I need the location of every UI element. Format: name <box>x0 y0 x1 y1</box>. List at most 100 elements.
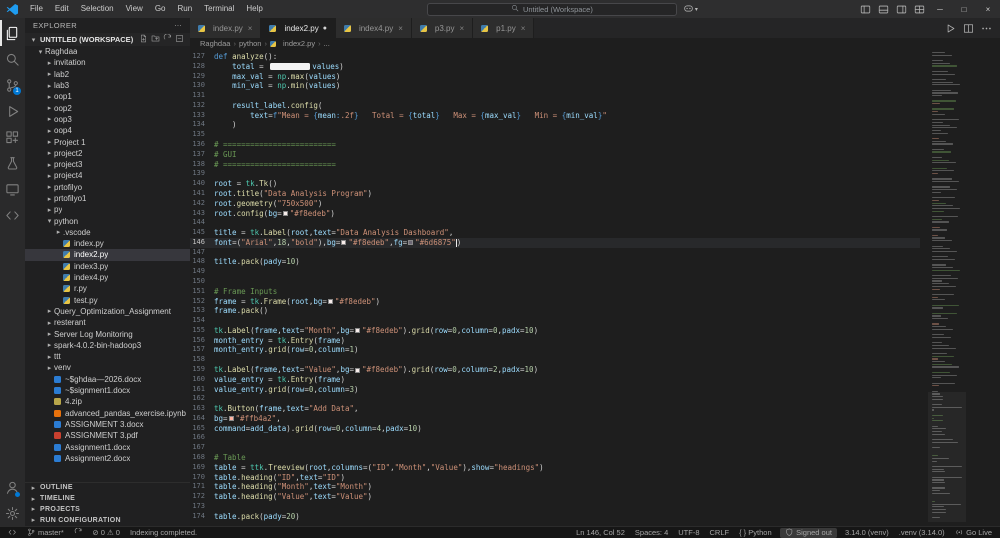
window-maximize-button[interactable]: □ <box>952 0 976 18</box>
code-line-172[interactable]: 172table.heading("Value",text="Value") <box>190 492 920 502</box>
line-number[interactable]: 131 <box>190 91 214 101</box>
tree-item-oop2[interactable]: ▸oop2 <box>25 102 190 113</box>
line-number[interactable]: 142 <box>190 199 214 209</box>
refresh-explorer-icon[interactable] <box>163 34 172 45</box>
code-line-152[interactable]: 152frame = tk.Frame(root,bg="#f8edeb") <box>190 297 920 307</box>
color-swatch[interactable] <box>283 211 288 216</box>
line-number[interactable]: 137 <box>190 150 214 160</box>
line-number[interactable]: 152 <box>190 297 214 307</box>
line-number[interactable]: 166 <box>190 433 214 443</box>
code-line-168[interactable]: 168# Table <box>190 453 920 463</box>
status-python-env[interactable]: .venv (3.14.0) <box>894 527 950 538</box>
line-number[interactable]: 134 <box>190 120 214 130</box>
line-number[interactable]: 133 <box>190 111 214 121</box>
menu-edit[interactable]: Edit <box>49 4 75 13</box>
line-number[interactable]: 174 <box>190 512 214 522</box>
tree-item-r.py[interactable]: r.py <box>25 283 190 294</box>
new-folder-icon[interactable] <box>151 34 160 45</box>
status-python-version[interactable]: 3.14.0 (venv) <box>840 527 894 538</box>
editor[interactable]: 127def analyze():128 total = values)129 … <box>190 49 1000 526</box>
line-number[interactable]: 132 <box>190 101 214 111</box>
activity-extensions-icon[interactable] <box>0 124 25 150</box>
code-line-165[interactable]: 165command=add_data).grid(row=0,column=4… <box>190 424 920 434</box>
line-number[interactable]: 153 <box>190 306 214 316</box>
status-sync[interactable] <box>69 527 88 538</box>
line-number[interactable]: 146 <box>190 238 214 248</box>
line-number[interactable]: 128 <box>190 62 214 72</box>
tree-item-project-1[interactable]: ▸Project 1 <box>25 136 190 147</box>
line-number[interactable]: 127 <box>190 52 214 62</box>
line-number[interactable]: 172 <box>190 492 214 502</box>
tree-item-resterant[interactable]: ▸resterant <box>25 317 190 328</box>
tree-item-invitation[interactable]: ▸invitation <box>25 57 190 68</box>
status-cursor-position[interactable]: Ln 146, Col 52 <box>571 527 630 538</box>
close-icon[interactable]: × <box>248 24 253 33</box>
code-line-163[interactable]: 163tk.Button(frame,text="Add Data", <box>190 404 920 414</box>
menu-go[interactable]: Go <box>149 4 172 13</box>
line-number[interactable]: 164 <box>190 414 214 424</box>
tree-item-assignment2.docx[interactable]: Assignment2.docx <box>25 453 190 464</box>
line-number[interactable]: 169 <box>190 463 214 473</box>
line-number[interactable]: 139 <box>190 169 214 179</box>
code-line-173[interactable]: 173 <box>190 502 920 512</box>
layout-customize-icon[interactable] <box>910 0 928 18</box>
breadcrumb-item-python[interactable]: python <box>239 39 262 48</box>
breadcrumb-item-...[interactable]: ... <box>324 39 330 48</box>
tree-item-assignment1.docx[interactable]: Assignment1.docx <box>25 441 190 452</box>
code-line-129[interactable]: 129 max_val = np.max(values) <box>190 72 920 82</box>
code-line-144[interactable]: 144 <box>190 218 920 228</box>
code-line-138[interactable]: 138# ========================= <box>190 160 920 170</box>
code-line-130[interactable]: 130 min_val = np.min(values) <box>190 81 920 91</box>
tree-item-4.zip[interactable]: 4.zip <box>25 396 190 407</box>
tree-item-prtofilyo1[interactable]: ▸prtofilyo1 <box>25 193 190 204</box>
line-number[interactable]: 159 <box>190 365 214 375</box>
code-line-136[interactable]: 136# ========================= <box>190 140 920 150</box>
status-remote-indicator[interactable] <box>3 527 22 538</box>
code-line-133[interactable]: 133 text=f"Mean = {mean:.2f} Total = {to… <box>190 111 920 121</box>
tree-item-test.py[interactable]: test.py <box>25 295 190 306</box>
tree-item-spark-4.0.2-bin-hadoop3[interactable]: ▸spark-4.0.2-bin-hadoop3 <box>25 340 190 351</box>
code-line-148[interactable]: 148title.pack(pady=10) <box>190 257 920 267</box>
code-line-128[interactable]: 128 total = values) <box>190 62 920 72</box>
code-line-151[interactable]: 151# Frame Inputs <box>190 287 920 297</box>
code-line-166[interactable]: 166 <box>190 433 920 443</box>
section-timeline[interactable]: ▸TIMELINE <box>25 494 190 505</box>
code-line-157[interactable]: 157month_entry.grid(row=0,column=1) <box>190 345 920 355</box>
menu-help[interactable]: Help <box>240 4 268 13</box>
code-line-127[interactable]: 127def analyze(): <box>190 52 920 62</box>
code-line-158[interactable]: 158 <box>190 355 920 365</box>
more-icon[interactable] <box>978 20 994 36</box>
code-line-160[interactable]: 160value_entry = tk.Entry(frame) <box>190 375 920 385</box>
line-number[interactable]: 156 <box>190 336 214 346</box>
breadcrumb-item-Raghdaa[interactable]: Raghdaa <box>200 39 230 48</box>
layout-panel-toggle-icon[interactable] <box>874 0 892 18</box>
code-line-162[interactable]: 162 <box>190 394 920 404</box>
color-swatch[interactable] <box>328 299 333 304</box>
tab-index2.py[interactable]: index2.py● <box>261 18 335 38</box>
code-line-134[interactable]: 134 ) <box>190 120 920 130</box>
menu-file[interactable]: File <box>24 4 49 13</box>
line-number[interactable]: 161 <box>190 385 214 395</box>
line-number[interactable]: 130 <box>190 81 214 91</box>
code-line-139[interactable]: 139 <box>190 169 920 179</box>
color-swatch[interactable] <box>355 368 360 373</box>
section-projects[interactable]: ▸PROJECTS <box>25 504 190 515</box>
close-icon[interactable]: × <box>398 24 403 33</box>
line-number[interactable]: 138 <box>190 160 214 170</box>
code-line-143[interactable]: 143root.config(bg="#f8edeb") <box>190 209 920 219</box>
status-encoding[interactable]: UTF-8 <box>673 527 704 538</box>
tab-index4.py[interactable]: index4.py× <box>336 18 412 38</box>
line-number[interactable]: 168 <box>190 453 214 463</box>
line-number[interactable]: 140 <box>190 179 214 189</box>
color-swatch[interactable] <box>408 240 413 245</box>
activity-settings-icon[interactable] <box>0 500 25 526</box>
close-icon[interactable]: × <box>521 24 526 33</box>
line-number[interactable]: 157 <box>190 345 214 355</box>
line-number[interactable]: 163 <box>190 404 214 414</box>
code-line-153[interactable]: 153frame.pack() <box>190 306 920 316</box>
status-git-branch[interactable]: master* <box>22 527 69 538</box>
line-number[interactable]: 165 <box>190 424 214 434</box>
tree-item-index3.py[interactable]: index3.py <box>25 261 190 272</box>
activity-source-control-icon[interactable]: 1 <box>0 72 25 98</box>
code-line-137[interactable]: 137# GUI <box>190 150 920 160</box>
